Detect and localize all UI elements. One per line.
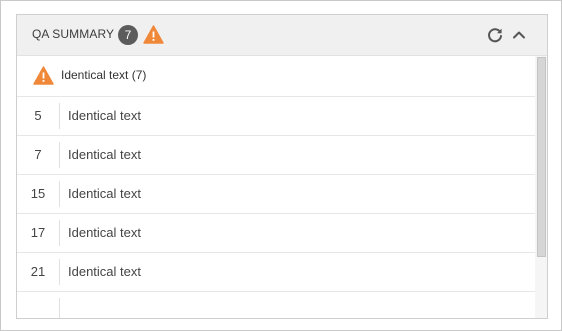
segment-number: 15: [30, 186, 46, 201]
issue-text: Identical text: [68, 264, 141, 279]
column-divider: [59, 103, 60, 129]
issue-row[interactable]: 21 Identical text: [17, 253, 535, 292]
refresh-icon[interactable]: [486, 26, 504, 44]
segment-number: 7: [34, 147, 42, 162]
scrollbar-thumb[interactable]: [537, 57, 546, 257]
chevron-up-icon[interactable]: [510, 26, 528, 44]
warning-icon: [143, 25, 164, 44]
issue-text: Identical text: [68, 147, 141, 162]
issue-count-badge: 7: [118, 25, 138, 45]
issue-row[interactable]: 5 Identical text: [17, 97, 535, 136]
segment-number: 21: [30, 264, 46, 279]
qa-summary-panel: QA SUMMARY 7 Identical text (7) 5 Identi…: [16, 14, 548, 319]
segment-number: 17: [30, 225, 46, 240]
warning-icon: [33, 66, 54, 85]
issue-row-partial[interactable]: [17, 292, 535, 318]
issue-group-row[interactable]: Identical text (7): [17, 56, 535, 97]
issue-text: Identical text: [68, 108, 141, 123]
panel-body: Identical text (7) 5 Identical text 7 Id…: [17, 56, 547, 318]
segment-number: 5: [34, 108, 42, 123]
column-divider: [59, 298, 60, 318]
issue-list: 5 Identical text 7 Identical text 15 Ide…: [17, 97, 535, 318]
vertical-scrollbar[interactable]: [535, 56, 547, 318]
issue-row[interactable]: 15 Identical text: [17, 175, 535, 214]
issue-text: Identical text: [68, 186, 141, 201]
issue-row[interactable]: 7 Identical text: [17, 136, 535, 175]
issue-text: Identical text: [68, 225, 141, 240]
column-divider: [59, 142, 60, 168]
window-frame: QA SUMMARY 7 Identical text (7) 5 Identi…: [0, 0, 562, 331]
panel-title: QA SUMMARY: [32, 27, 115, 41]
panel-header: QA SUMMARY 7: [17, 15, 547, 56]
issue-group-label: Identical text (7): [61, 68, 147, 82]
column-divider: [59, 259, 60, 285]
issue-row[interactable]: 17 Identical text: [17, 214, 535, 253]
column-divider: [59, 181, 60, 207]
column-divider: [59, 220, 60, 246]
